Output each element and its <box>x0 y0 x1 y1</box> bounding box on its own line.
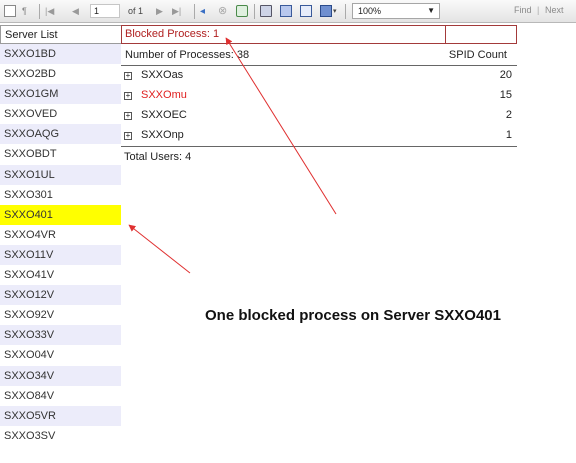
server-item[interactable]: SXXO11V <box>0 244 121 266</box>
process-count-row: Number of Processes: 38 SPID Count <box>121 45 517 66</box>
process-spid-count: 2 <box>505 109 512 121</box>
server-item[interactable]: SXXO4VR <box>0 225 121 245</box>
total-users-label: Total Users: 4 <box>124 151 192 163</box>
process-spid-count: 15 <box>499 89 512 101</box>
first-page-icon[interactable]: |◀ <box>45 5 54 18</box>
blocked-process-header: Blocked Process: 1 <box>121 25 517 44</box>
annotation-arrow-to-server <box>128 224 191 274</box>
print-layout-icon[interactable] <box>280 5 292 17</box>
process-row: + SXXOmu 15 <box>121 86 517 106</box>
process-count-label: Number of Processes: 38 <box>125 49 250 61</box>
parameters-icon[interactable]: ¶ <box>22 5 34 17</box>
server-item[interactable]: SXXO301 <box>0 185 121 205</box>
server-item[interactable]: SXXO12V <box>0 285 121 306</box>
server-item[interactable]: SXXO3SV <box>0 426 121 446</box>
toolbar-separator <box>254 4 255 19</box>
export-dropdown-icon[interactable]: ▾ <box>333 5 337 18</box>
document-map-icon[interactable] <box>4 5 16 17</box>
toolbar-separator <box>194 4 195 19</box>
toolbar-separator <box>345 4 346 19</box>
total-users-row: Total Users: 4 <box>121 146 517 166</box>
zoom-select[interactable]: 100% ▼ <box>352 3 440 19</box>
back-icon[interactable]: ◂ <box>200 5 205 18</box>
last-page-icon[interactable]: ▶| <box>172 5 181 18</box>
process-name[interactable]: SXXOmu <box>141 89 187 101</box>
server-item[interactable]: SXXO41V <box>0 265 121 285</box>
server-item[interactable]: SXXO92V <box>0 305 121 325</box>
process-row: + SXXOas 20 <box>121 66 517 86</box>
server-item[interactable]: SXXOVED <box>0 104 121 124</box>
server-item[interactable]: SXXOAQG <box>0 124 121 145</box>
expand-icon[interactable]: + <box>124 112 132 120</box>
find-link[interactable]: Find <box>514 5 532 15</box>
process-row: + SXXOEC 2 <box>121 106 517 126</box>
server-item[interactable]: SXXO2BD <box>0 64 121 84</box>
server-item[interactable]: SXXO5VR <box>0 405 121 426</box>
process-spid-count: 1 <box>505 129 512 141</box>
print-icon[interactable] <box>260 5 272 17</box>
server-list-rows: SXXO1BD SXXO2BD SXXO1GM SXXOVED SXXOAQG SXXOB… <box>0 44 121 446</box>
server-list-header: Server List <box>0 25 121 44</box>
report-toolbar: ¶ |◀ ◀ 1 of 1 ▶ ▶| ◂ ⊗ ▾ 100% ▼ Find | N… <box>0 0 576 23</box>
page-number-input[interactable]: 1 <box>90 4 120 18</box>
server-item[interactable]: SXXO84V <box>0 386 121 406</box>
server-item[interactable]: SXXO401 <box>0 204 121 225</box>
process-row: + SXXOnp 1 <box>121 126 517 146</box>
chevron-down-icon: ▼ <box>427 6 435 15</box>
spid-count-header: SPID Count <box>448 49 507 61</box>
server-item[interactable]: SXXO1GM <box>0 84 121 105</box>
expand-icon[interactable]: + <box>124 132 132 140</box>
find-separator: | <box>537 5 540 15</box>
server-item[interactable]: SXXO33V <box>0 325 121 346</box>
next-page-icon[interactable]: ▶ <box>156 5 163 18</box>
export-save-icon[interactable] <box>320 5 332 17</box>
server-item[interactable]: SXXO1UL <box>0 164 121 185</box>
process-name[interactable]: SXXOEC <box>141 109 187 121</box>
blocked-process-title: Blocked Process: 1 <box>125 28 220 40</box>
process-name[interactable]: SXXOnp <box>141 129 184 141</box>
toolbar-separator <box>39 4 40 19</box>
server-item[interactable]: SXXO1BD <box>0 44 121 65</box>
annotation-callout: One blocked process on Server SXXO401 <box>205 307 501 324</box>
server-list: Server List SXXO1BD SXXO2BD SXXO1GM SXXOVED… <box>0 25 121 446</box>
next-link[interactable]: Next <box>545 5 564 15</box>
server-item[interactable]: SXXOBDT <box>0 144 121 164</box>
server-item[interactable]: SXXO34V <box>0 365 121 386</box>
process-spid-count: 20 <box>499 69 512 81</box>
process-name[interactable]: SXXOas <box>141 69 183 81</box>
page-setup-icon[interactable] <box>300 5 312 17</box>
page-of-label: of 1 <box>128 6 144 16</box>
expand-icon[interactable]: + <box>124 72 132 80</box>
header-divider <box>445 26 446 43</box>
stop-icon[interactable]: ⊗ <box>218 5 227 18</box>
zoom-value: 100% <box>358 6 382 16</box>
expand-icon[interactable]: + <box>124 92 132 100</box>
previous-page-icon[interactable]: ◀ <box>72 5 79 18</box>
refresh-icon[interactable] <box>236 5 248 17</box>
server-item[interactable]: SXXO04V <box>0 345 121 365</box>
